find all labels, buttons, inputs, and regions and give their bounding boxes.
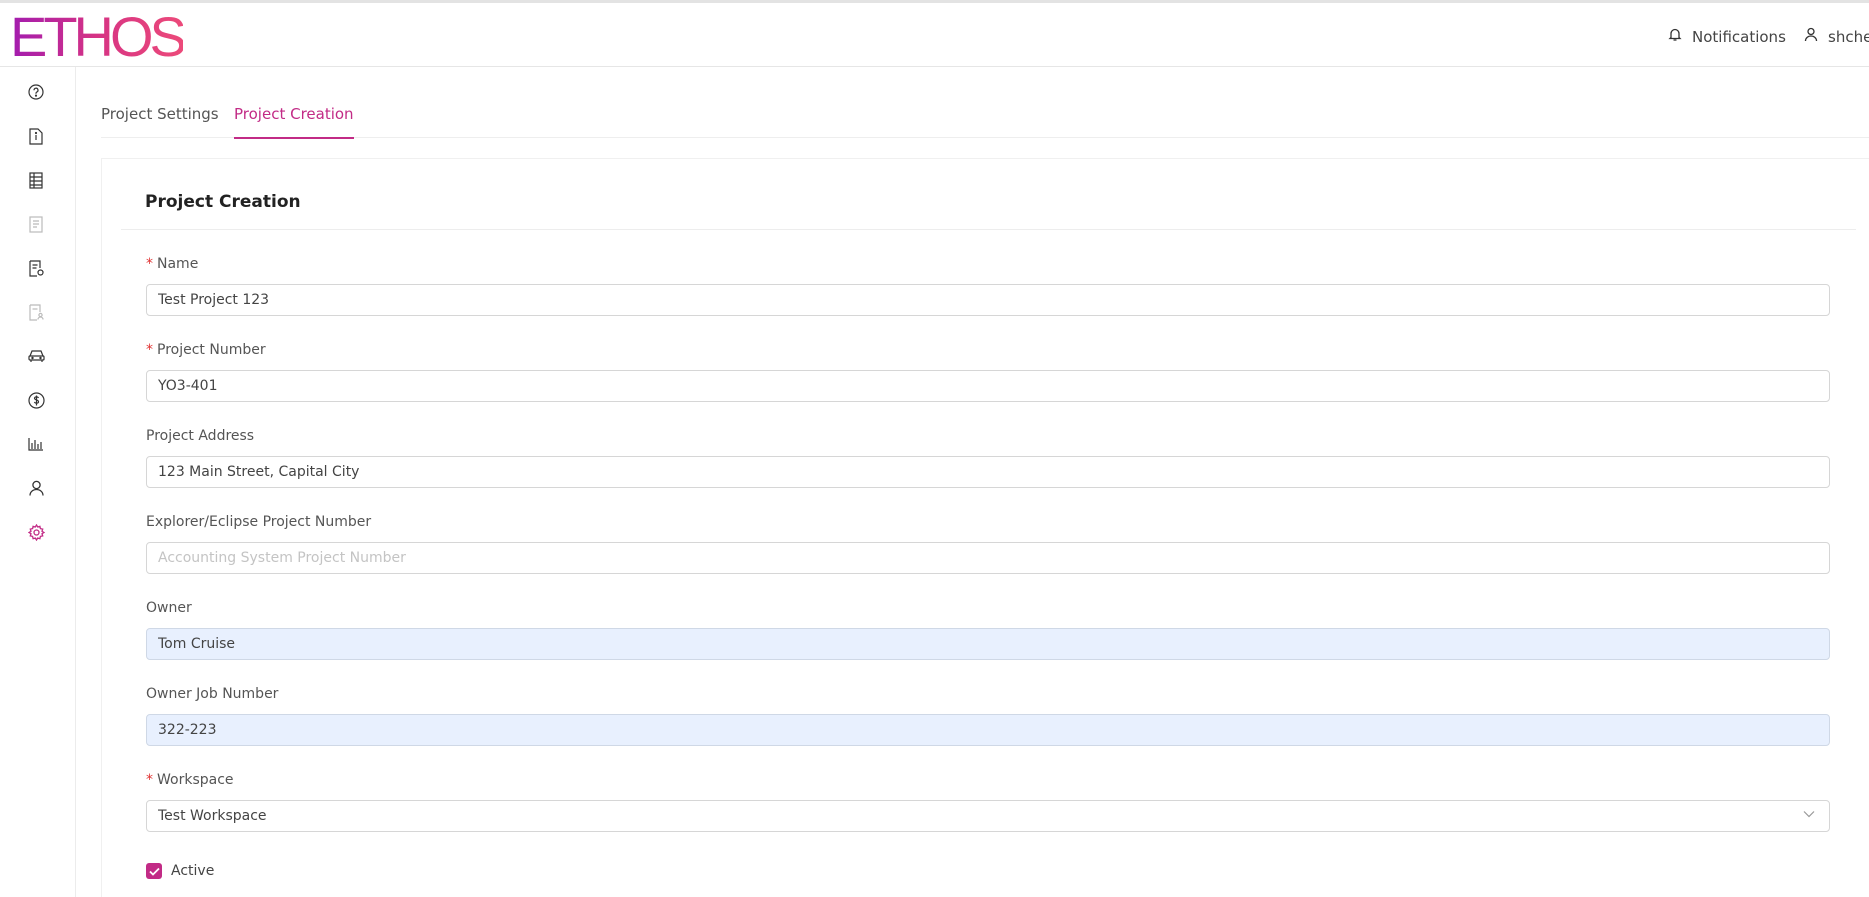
document-user-disabled-icon[interactable] bbox=[25, 301, 47, 323]
bell-icon bbox=[1668, 27, 1682, 46]
active-checkbox-row[interactable]: Active bbox=[146, 863, 214, 879]
gear-icon[interactable] bbox=[25, 521, 47, 543]
name-label: * Name bbox=[146, 256, 198, 272]
settings-tabs: Project Settings Project Creation bbox=[101, 67, 1869, 139]
owner-input[interactable] bbox=[146, 628, 1830, 660]
name-input[interactable] bbox=[146, 284, 1830, 316]
active-checkbox[interactable] bbox=[146, 863, 162, 879]
sidebar-nav bbox=[0, 67, 76, 897]
owner-label: Owner bbox=[146, 600, 192, 616]
workspace-select[interactable] bbox=[146, 800, 1830, 832]
user-icon[interactable] bbox=[25, 477, 47, 499]
required-marker: * bbox=[146, 256, 153, 272]
active-label: Active bbox=[171, 863, 215, 879]
help-circle-icon[interactable] bbox=[25, 81, 47, 103]
workspace-label: * Workspace bbox=[146, 772, 234, 788]
project-number-input[interactable] bbox=[146, 370, 1830, 402]
owner-job-number-label: Owner Job Number bbox=[146, 686, 279, 702]
username-label: shcheo bbox=[1828, 27, 1869, 46]
required-marker: * bbox=[146, 772, 153, 788]
project-number-label: * Project Number bbox=[146, 342, 266, 358]
tab-project-settings[interactable]: Project Settings bbox=[101, 105, 219, 137]
document-settings-icon[interactable] bbox=[25, 257, 47, 279]
workspace-label-text: Workspace bbox=[157, 772, 234, 788]
project-address-input[interactable] bbox=[146, 456, 1830, 488]
ethos-logo[interactable]: ETHOS bbox=[10, 9, 187, 65]
dollar-circle-icon[interactable] bbox=[25, 389, 47, 411]
bar-chart-icon[interactable] bbox=[25, 433, 47, 455]
explorer-number-input[interactable] bbox=[146, 542, 1830, 574]
ledger-icon[interactable] bbox=[25, 169, 47, 191]
card-divider bbox=[121, 229, 1856, 230]
name-label-text: Name bbox=[157, 256, 199, 272]
user-icon bbox=[1804, 27, 1818, 46]
car-icon[interactable] bbox=[25, 345, 47, 367]
user-menu[interactable]: shcheo bbox=[1804, 27, 1869, 46]
project-address-label: Project Address bbox=[146, 428, 255, 444]
owner-job-number-input[interactable] bbox=[146, 714, 1830, 746]
notifications-button[interactable]: Notifications bbox=[1668, 27, 1786, 46]
report-disabled-icon[interactable] bbox=[25, 213, 47, 235]
document-info-icon[interactable] bbox=[25, 125, 47, 147]
required-marker: * bbox=[146, 342, 153, 358]
notifications-label: Notifications bbox=[1692, 27, 1786, 46]
card-title: Project Creation bbox=[145, 192, 301, 212]
explorer-number-label: Explorer/Eclipse Project Number bbox=[146, 514, 372, 530]
app-header: ETHOS Notifications shcheo bbox=[0, 3, 1869, 67]
chevron-down-icon[interactable] bbox=[1802, 807, 1816, 821]
project-number-label-text: Project Number bbox=[157, 342, 266, 358]
tab-project-creation[interactable]: Project Creation bbox=[234, 105, 354, 139]
